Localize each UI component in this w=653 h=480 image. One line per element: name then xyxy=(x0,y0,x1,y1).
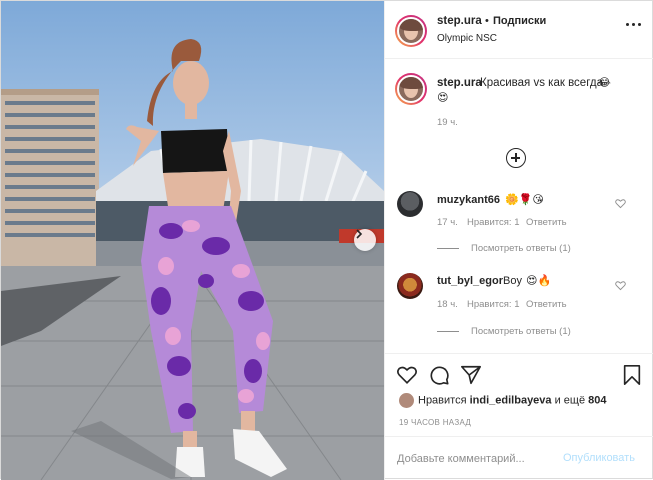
comment-username[interactable]: tut_byl_egor xyxy=(437,275,503,287)
likes-prefix: Нравится xyxy=(418,394,467,407)
reply-button[interactable]: Ответить xyxy=(526,299,567,310)
action-bar xyxy=(385,353,653,393)
separator-dot: • xyxy=(485,15,489,27)
heart-icon[interactable] xyxy=(396,364,418,386)
paper-plane-icon[interactable] xyxy=(460,364,482,386)
caption-time: 19 ч. xyxy=(437,117,458,128)
caption-emoji-laugh: 😂 xyxy=(598,77,611,89)
divider-line xyxy=(437,330,459,332)
heart-icon[interactable] xyxy=(615,198,626,209)
liker-username[interactable]: indi_edilbayeva xyxy=(470,394,552,406)
following-button[interactable]: Подписки xyxy=(493,15,546,27)
comment-input[interactable] xyxy=(397,449,557,469)
post-side-panel: step.ura • Подписки Olympic NSC step.ura… xyxy=(384,1,653,480)
bookmark-icon[interactable] xyxy=(621,364,643,386)
caption-avatar[interactable] xyxy=(395,73,427,105)
liker-avatar[interactable] xyxy=(399,393,414,408)
view-replies-label: Посмотреть ответы (1) xyxy=(471,243,571,254)
publish-button[interactable]: Опубликовать xyxy=(563,452,635,464)
author-avatar[interactable] xyxy=(395,15,427,47)
location-link[interactable]: Olympic NSC xyxy=(437,33,497,44)
likes-count[interactable]: 804 xyxy=(588,394,606,406)
divider-line xyxy=(437,247,459,249)
author-username[interactable]: step.ura xyxy=(437,15,482,27)
comment-emojis: 😍🔥 xyxy=(526,275,552,287)
reply-button[interactable]: Ответить xyxy=(526,217,567,228)
comment-emojis: 🌼🌹😘 xyxy=(505,194,544,206)
caption-text: Красивая vs как всегда xyxy=(480,77,603,89)
view-replies-label: Посмотреть ответы (1) xyxy=(471,326,571,337)
comment-username[interactable]: muzykant66 xyxy=(437,194,500,206)
instagram-post: step.ura • Подписки Olympic NSC step.ura… xyxy=(0,0,653,480)
photo-illustration xyxy=(1,39,384,480)
likes-summary: Нравится indi_edilbayeva и ещё 804 xyxy=(399,393,607,408)
caption-emoji-heart-eyes: 😍 xyxy=(437,92,449,104)
plus-circle-icon[interactable] xyxy=(506,148,526,168)
comment-icon[interactable] xyxy=(428,364,450,386)
chevron-right-icon xyxy=(356,229,363,239)
more-options-button[interactable] xyxy=(626,23,642,29)
likes-middle: и ещё xyxy=(554,394,586,407)
comment-time: 17 ч. xyxy=(437,217,458,228)
next-photo-button[interactable] xyxy=(354,229,376,251)
comment-text: Boy xyxy=(503,275,522,287)
more-icon xyxy=(626,23,629,26)
post-timestamp[interactable]: 19 ЧАСОВ НАЗАД xyxy=(399,418,471,427)
heart-icon[interactable] xyxy=(615,280,626,291)
view-replies-button[interactable]: Посмотреть ответы (1) xyxy=(437,326,571,337)
caption-username[interactable]: step.ura xyxy=(437,77,482,89)
comment-avatar[interactable] xyxy=(397,273,423,299)
comment-time: 18 ч. xyxy=(437,299,458,310)
comment-likes[interactable]: Нравится: 1 xyxy=(467,299,519,310)
post-photo[interactable] xyxy=(1,1,384,480)
view-replies-button[interactable]: Посмотреть ответы (1) xyxy=(437,243,571,254)
comment-likes[interactable]: Нравится: 1 xyxy=(467,217,519,228)
comment-avatar[interactable] xyxy=(397,191,423,217)
post-header: step.ura • Подписки Olympic NSC xyxy=(385,1,653,59)
comment-form: Опубликовать xyxy=(385,436,653,480)
